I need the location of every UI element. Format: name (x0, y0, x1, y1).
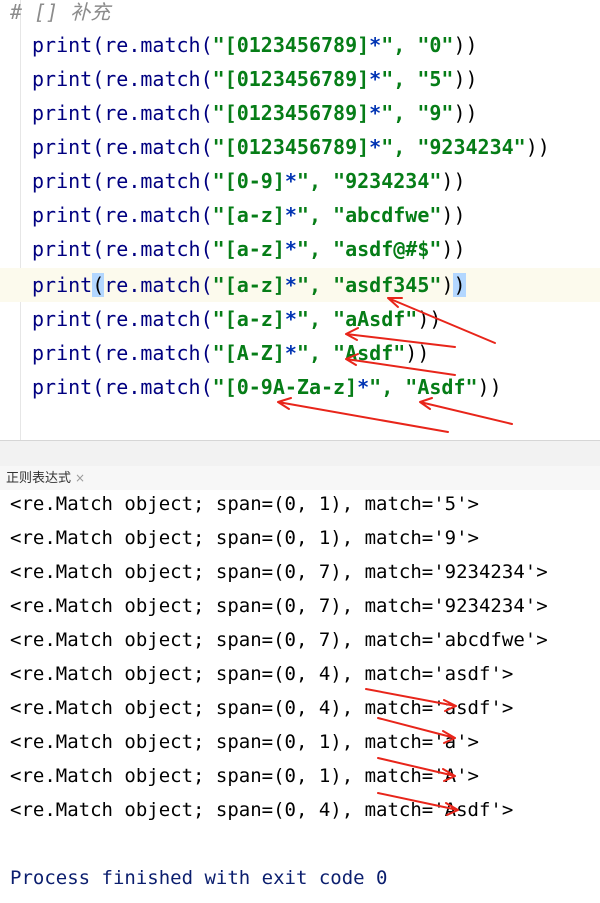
console-line: <re.Match object; span=(0, 1), match='a'… (10, 731, 479, 753)
panel-divider[interactable] (0, 440, 600, 467)
code-comment: # [] 补充 (10, 0, 111, 24)
code-line-6[interactable]: print(re.match("[a-z]*", "abcdfwe")) (32, 198, 466, 232)
code-line-1[interactable]: print(re.match("[0123456789]*", "0")) (32, 28, 478, 62)
console-line: <re.Match object; span=(0, 4), match='As… (10, 799, 514, 821)
code-line-10[interactable]: print(re.match("[A-Z]*", "Asdf")) (32, 336, 429, 370)
console-line: <re.Match object; span=(0, 7), match='92… (10, 595, 548, 617)
process-finished-message: Process finished with exit code 0 (10, 867, 388, 889)
code-line-2[interactable]: print(re.match("[0123456789]*", "5")) (32, 62, 478, 96)
console-line: <re.Match object; span=(0, 4), match='as… (10, 697, 514, 719)
console-line: <re.Match object; span=(0, 7), match='ab… (10, 629, 548, 651)
run-tab[interactable]: 正则表达式 × (6, 468, 85, 488)
console-line: <re.Match object; span=(0, 1), match='9'… (10, 527, 479, 549)
console-line: <re.Match object; span=(0, 1), match='5'… (10, 493, 479, 515)
run-tab-label: 正则表达式 (6, 471, 72, 486)
console-line: <re.Match object; span=(0, 7), match='92… (10, 561, 548, 583)
code-editor[interactable]: # [] 补充 print(re.match("[0123456789]*", … (0, 0, 600, 440)
code-line-4[interactable]: print(re.match("[0123456789]*", "9234234… (32, 130, 550, 164)
console-line: <re.Match object; span=(0, 4), match='as… (10, 663, 514, 685)
matched-paren-open: ( (92, 273, 105, 297)
gutter-divider (20, 0, 21, 440)
run-console[interactable]: <re.Match object; span=(0, 1), match='5'… (0, 490, 600, 903)
close-icon[interactable]: × (75, 471, 85, 485)
code-line-9[interactable]: print(re.match("[a-z]*", "aAsdf")) (32, 302, 441, 336)
code-line-3[interactable]: print(re.match("[0123456789]*", "9")) (32, 96, 478, 130)
code-line-7[interactable]: print(re.match("[a-z]*", "asdf@#$")) (32, 232, 466, 266)
matched-paren-close: ) (453, 273, 466, 297)
console-line: <re.Match object; span=(0, 1), match='A'… (10, 765, 479, 787)
code-line-8[interactable]: print(re.match("[a-z]*", "asdf345")) (32, 268, 466, 302)
code-line-5[interactable]: print(re.match("[0-9]*", "9234234")) (32, 164, 466, 198)
code-line-11[interactable]: print(re.match("[0-9A-Za-z]*", "Asdf")) (32, 370, 502, 404)
